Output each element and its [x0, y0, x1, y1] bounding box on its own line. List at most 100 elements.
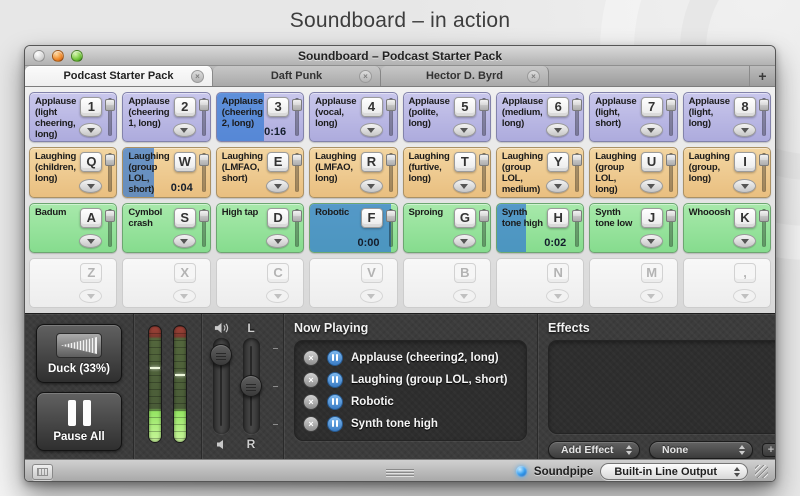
sound-volume-slider[interactable]	[108, 153, 112, 191]
sound-volume-thumb[interactable]	[199, 154, 209, 166]
sound-volume-thumb[interactable]	[386, 99, 396, 111]
pause-sound-button[interactable]	[327, 350, 343, 366]
add-effect-plus-button[interactable]: +	[762, 443, 776, 457]
sound-volume-slider[interactable]	[762, 153, 766, 191]
sound-button-1[interactable]: Applause (light cheering, long)1	[29, 92, 117, 142]
sound-options-dropdown[interactable]	[546, 179, 569, 193]
empty-sound-slot-x[interactable]: X	[122, 258, 210, 308]
sound-volume-slider[interactable]	[389, 209, 393, 247]
sound-volume-slider[interactable]	[575, 209, 579, 247]
sound-volume-thumb[interactable]	[105, 210, 115, 222]
add-effect-dropdown[interactable]: Add Effect	[548, 441, 640, 459]
sound-options-dropdown[interactable]	[733, 123, 756, 137]
balance-slider[interactable]	[243, 338, 260, 434]
sound-volume-slider[interactable]	[575, 98, 579, 136]
keyboard-grid-button[interactable]	[32, 464, 53, 480]
empty-sound-slot-z[interactable]: Z	[29, 258, 117, 308]
sound-options-dropdown[interactable]	[173, 289, 196, 303]
sound-volume-thumb[interactable]	[105, 154, 115, 166]
sound-button-a[interactable]: BadumA	[29, 203, 117, 253]
pause-sound-button[interactable]	[327, 394, 343, 410]
sound-button-k[interactable]: WhoooshK	[683, 203, 771, 253]
sound-button-5[interactable]: Applause (polite, long)5	[403, 92, 491, 142]
sound-volume-thumb[interactable]	[292, 154, 302, 166]
window-resize-grip[interactable]	[755, 465, 768, 478]
sound-button-8[interactable]: Applause (light, long)8	[683, 92, 771, 142]
sound-volume-thumb[interactable]	[199, 210, 209, 222]
sound-volume-slider[interactable]	[295, 98, 299, 136]
sound-volume-thumb[interactable]	[386, 154, 396, 166]
stop-sound-button[interactable]: ×	[303, 394, 319, 410]
sound-volume-thumb[interactable]	[199, 99, 209, 111]
sound-options-dropdown[interactable]	[360, 289, 383, 303]
sound-volume-slider[interactable]	[482, 209, 486, 247]
empty-sound-slot-comma[interactable]: ,	[683, 258, 771, 308]
sound-volume-thumb[interactable]	[479, 99, 489, 111]
sound-options-dropdown[interactable]	[173, 234, 196, 248]
sound-options-dropdown[interactable]	[266, 234, 289, 248]
sound-volume-slider[interactable]	[389, 98, 393, 136]
sound-options-dropdown[interactable]	[79, 289, 102, 303]
window-titlebar[interactable]: Soundboard – Podcast Starter Pack	[25, 46, 775, 66]
balance-slider-thumb[interactable]	[240, 375, 262, 397]
tab-hector-d-byrd[interactable]: Hector D. Byrd×	[381, 66, 549, 86]
sound-volume-slider[interactable]	[202, 98, 206, 136]
sound-volume-thumb[interactable]	[572, 154, 582, 166]
sound-button-f[interactable]: RoboticF0:00	[309, 203, 397, 253]
sound-button-7[interactable]: Applause (light, short)7	[589, 92, 677, 142]
sound-volume-slider[interactable]	[202, 209, 206, 247]
sound-options-dropdown[interactable]	[173, 123, 196, 137]
sound-volume-thumb[interactable]	[666, 99, 676, 111]
master-volume-slider[interactable]	[213, 338, 230, 434]
sound-button-g[interactable]: SproingG	[403, 203, 491, 253]
sound-volume-slider[interactable]	[669, 153, 673, 191]
pause-sound-button[interactable]	[327, 372, 343, 388]
empty-sound-slot-n[interactable]: N	[496, 258, 584, 308]
sound-options-dropdown[interactable]	[640, 123, 663, 137]
panel-resize-handle[interactable]	[386, 469, 414, 476]
sound-options-dropdown[interactable]	[360, 179, 383, 193]
sound-options-dropdown[interactable]	[640, 289, 663, 303]
stop-sound-button[interactable]: ×	[303, 416, 319, 432]
sound-options-dropdown[interactable]	[546, 123, 569, 137]
sound-options-dropdown[interactable]	[266, 289, 289, 303]
duck-button[interactable]: Duck (33%)	[36, 324, 122, 383]
sound-volume-slider[interactable]	[389, 153, 393, 191]
sound-volume-thumb[interactable]	[759, 99, 769, 111]
sound-options-dropdown[interactable]	[79, 179, 102, 193]
pause-sound-button[interactable]	[327, 416, 343, 432]
sound-button-t[interactable]: Laughing (furtive, long)T	[403, 147, 491, 197]
sound-volume-slider[interactable]	[669, 209, 673, 247]
sound-volume-slider[interactable]	[669, 98, 673, 136]
sound-button-u[interactable]: Laughing (group LOL, long)U	[589, 147, 677, 197]
empty-sound-slot-v[interactable]: V	[309, 258, 397, 308]
sound-volume-slider[interactable]	[482, 98, 486, 136]
add-tab-button[interactable]: +	[749, 66, 775, 86]
sound-button-s[interactable]: Cymbol crashS	[122, 203, 210, 253]
sound-button-6[interactable]: Applause (medium, long)6	[496, 92, 584, 142]
sound-options-dropdown[interactable]	[266, 179, 289, 193]
sound-options-dropdown[interactable]	[453, 179, 476, 193]
sound-volume-slider[interactable]	[482, 153, 486, 191]
sound-volume-slider[interactable]	[575, 153, 579, 191]
tab-close-icon[interactable]: ×	[359, 70, 372, 83]
sound-volume-thumb[interactable]	[666, 210, 676, 222]
sound-volume-slider[interactable]	[762, 209, 766, 247]
tab-daft-punk[interactable]: Daft Punk×	[213, 66, 381, 86]
output-device-dropdown[interactable]: Built-in Line Output	[600, 463, 748, 480]
empty-sound-slot-b[interactable]: B	[403, 258, 491, 308]
sound-options-dropdown[interactable]	[640, 234, 663, 248]
sound-button-4[interactable]: Applause (vocal, long)4	[309, 92, 397, 142]
tab-close-icon[interactable]: ×	[527, 70, 540, 83]
sound-volume-thumb[interactable]	[572, 99, 582, 111]
volume-slider-thumb[interactable]	[210, 344, 232, 366]
sound-button-h[interactable]: Synth tone highH0:02	[496, 203, 584, 253]
empty-sound-slot-m[interactable]: M	[589, 258, 677, 308]
sound-button-w[interactable]: Laughing (group LOL, short)W0:04	[122, 147, 210, 197]
sound-volume-thumb[interactable]	[292, 99, 302, 111]
empty-sound-slot-c[interactable]: C	[216, 258, 304, 308]
pause-all-button[interactable]: Pause All	[36, 392, 122, 451]
sound-volume-thumb[interactable]	[386, 210, 396, 222]
sound-volume-slider[interactable]	[202, 153, 206, 191]
sound-volume-slider[interactable]	[295, 153, 299, 191]
